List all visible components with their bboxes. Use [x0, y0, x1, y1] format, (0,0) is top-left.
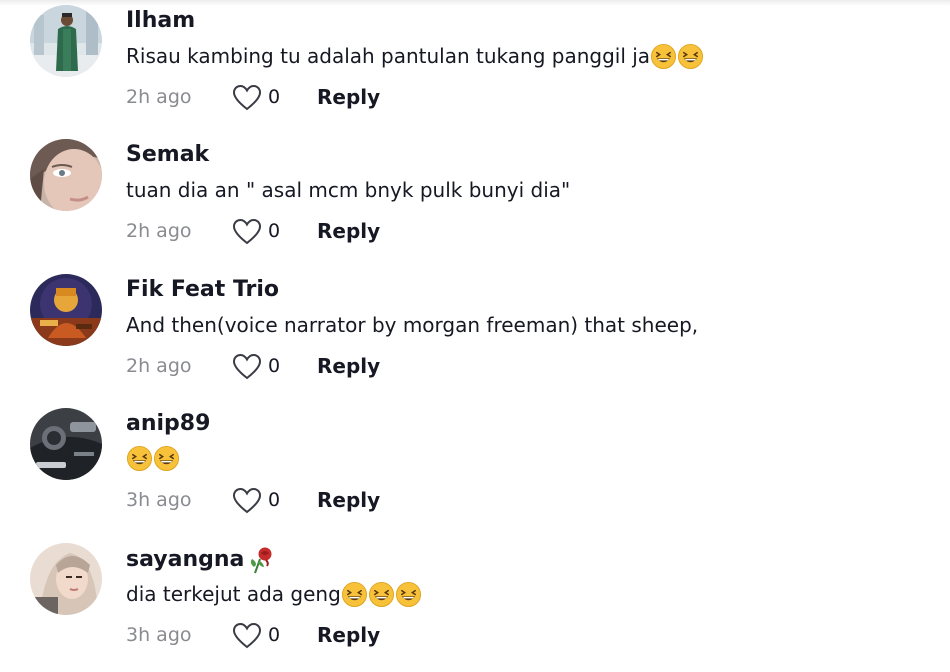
- wilted-rose-icon: [251, 547, 272, 574]
- heart-icon[interactable]: [232, 353, 262, 381]
- comment-timestamp: 3h ago: [126, 624, 192, 646]
- like-count: 0: [268, 86, 281, 108]
- emoji-group: [341, 581, 422, 608]
- comment-username[interactable]: sayangna: [126, 545, 276, 575]
- comment-text: Risau kambing tu adalah pantulan tukang …: [126, 42, 704, 70]
- avatar[interactable]: [30, 543, 102, 615]
- comment-meta: 2h ago 0 Reply: [126, 217, 526, 247]
- comment-text: And then(voice narrator by morgan freema…: [126, 311, 698, 339]
- comment-text: tuan dia an " asal mcm bnyk pulk bunyi d…: [126, 176, 570, 204]
- comment-item: Ilham Risau kambing tu adalah pantulan t…: [0, 0, 950, 134]
- avatar[interactable]: [30, 408, 102, 480]
- avatar[interactable]: [30, 5, 102, 77]
- heart-icon[interactable]: [232, 218, 262, 246]
- reply-button[interactable]: Reply: [317, 219, 380, 243]
- like-count: 0: [268, 624, 281, 646]
- like-count: 0: [268, 220, 281, 242]
- comment-text-content: Risau kambing tu adalah pantulan tukang …: [126, 44, 651, 68]
- comment-username[interactable]: anip89: [126, 410, 210, 438]
- reply-button[interactable]: Reply: [317, 623, 380, 647]
- grinning-squint-face-icon: [153, 445, 180, 472]
- comment-item: anip89 3h ago 0 Reply: [0, 403, 950, 537]
- like-count: 0: [268, 355, 281, 377]
- grinning-squint-face-icon: [651, 43, 677, 69]
- comment-meta: 3h ago 0 Reply: [126, 621, 526, 651]
- comment-username[interactable]: Ilham: [126, 7, 195, 35]
- comment-meta: 3h ago 0 Reply: [126, 486, 526, 516]
- comment-text: [126, 445, 180, 472]
- comment-timestamp: 2h ago: [126, 220, 192, 242]
- heart-icon[interactable]: [232, 84, 262, 112]
- comment-username[interactable]: Fik Feat Trio: [126, 276, 279, 304]
- reply-button[interactable]: Reply: [317, 488, 380, 512]
- heart-icon[interactable]: [232, 487, 262, 515]
- comment-username[interactable]: Semak: [126, 141, 209, 169]
- grinning-squint-face-icon: [368, 581, 394, 607]
- heart-icon[interactable]: [232, 622, 262, 650]
- emoji-group: [650, 43, 704, 70]
- reply-button[interactable]: Reply: [317, 85, 380, 109]
- reply-button[interactable]: Reply: [317, 354, 380, 378]
- avatar[interactable]: [30, 274, 102, 346]
- comment-item: Fik Feat Trio And then(voice narrator by…: [0, 269, 950, 403]
- comment-username-text: sayangna: [126, 547, 245, 572]
- comment-timestamp: 2h ago: [126, 355, 192, 377]
- avatar[interactable]: [30, 139, 102, 211]
- comment-timestamp: 3h ago: [126, 489, 192, 511]
- grinning-squint-face-icon: [395, 581, 421, 607]
- emoji-group: [126, 445, 180, 472]
- comment-timestamp: 2h ago: [126, 86, 192, 108]
- comment-text-content: And then(voice narrator by morgan freema…: [126, 313, 699, 337]
- grinning-squint-face-icon: [341, 581, 367, 607]
- comment-text-content: dia terkejut ada geng: [126, 582, 341, 606]
- comment-item: sayangna dia terkejut ada geng 3h ago 0 …: [0, 538, 950, 672]
- grinning-squint-face-icon: [126, 445, 153, 472]
- comment-meta: 2h ago 0 Reply: [126, 83, 526, 113]
- comment-text: dia terkejut ada geng: [126, 580, 422, 608]
- comment-text-content: tuan dia an " asal mcm bnyk pulk bunyi d…: [126, 178, 571, 202]
- grinning-squint-face-icon: [678, 43, 704, 69]
- comment-item: Semak tuan dia an " asal mcm bnyk pulk b…: [0, 134, 950, 268]
- comment-meta: 2h ago 0 Reply: [126, 352, 526, 382]
- like-count: 0: [268, 489, 281, 511]
